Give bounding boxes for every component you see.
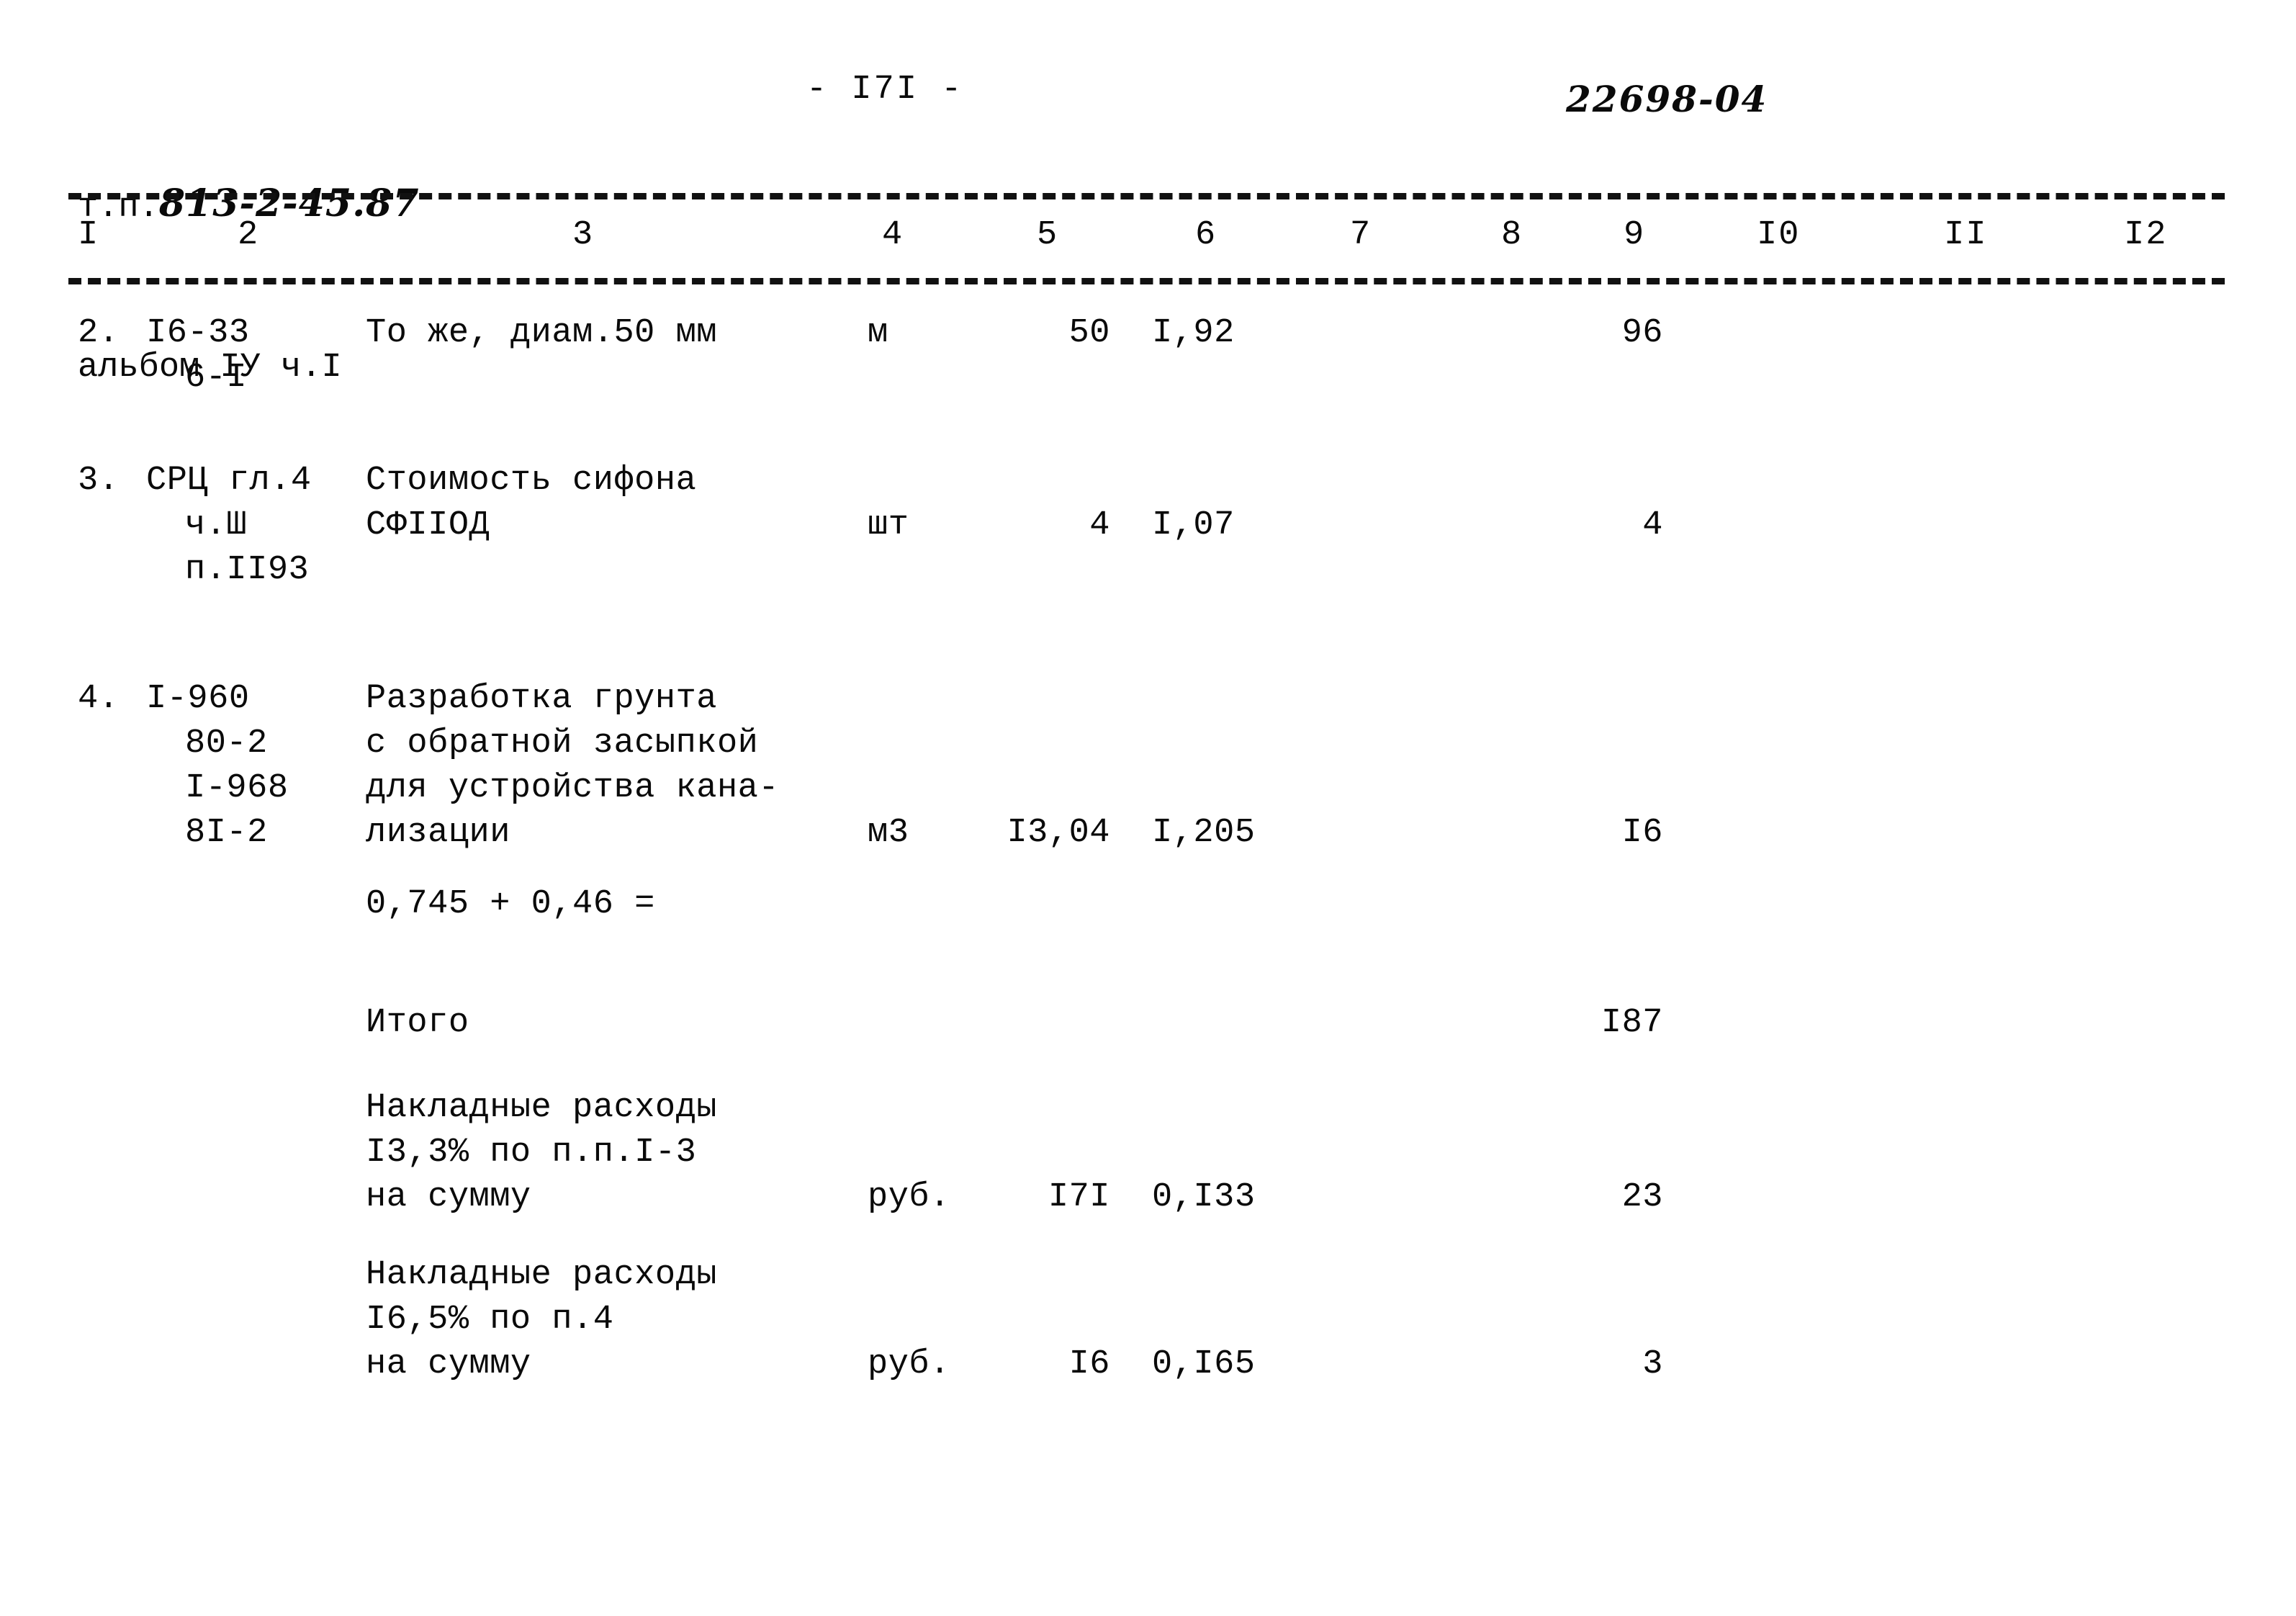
row-code-line: СРЦ гл.4 [146, 462, 312, 500]
column-number-row: I 2 3 4 5 6 7 8 9 I0 II I2 [0, 216, 2296, 266]
row-code-line: п.II93 [185, 551, 310, 589]
document-code: 22698-04 [1566, 78, 1768, 120]
column-number-8: 8 [1501, 216, 1523, 254]
page-number: - I7I - [806, 71, 964, 109]
column-number-2: 2 [238, 216, 260, 254]
row-unit-price: I,205 [1152, 814, 1256, 852]
row-code-line: I-960 [146, 680, 250, 718]
row-total: 4 [1642, 506, 1663, 544]
row-description-line: с обратной засыпкой [366, 724, 759, 763]
row-quantity: 4 [1089, 506, 1110, 544]
row-description-line: Стоимость сифона [366, 462, 697, 500]
row-unit: м3 [868, 814, 909, 852]
row-quantity: I3,04 [1007, 814, 1110, 852]
row-code-line: 8I-2 [185, 814, 268, 852]
overhead-unit: руб. [868, 1345, 950, 1383]
overhead-unit: руб. [868, 1178, 950, 1216]
overhead-description-line: Накладные расходы [366, 1089, 717, 1127]
document-header-left: т.п.813-2-45.87 альбом IУ ч.I [78, 71, 420, 501]
row-quantity: 50 [1068, 314, 1110, 352]
overhead-description-line: на сумму [366, 1178, 531, 1216]
row-description-cell: Стоимость сифона СФIIОД [366, 459, 696, 548]
row-description-line: для устройства кана- [366, 769, 780, 807]
overhead-description-line: I6,5% по п.4 [366, 1301, 614, 1339]
overhead-base-amount: I7I [1048, 1178, 1110, 1216]
formula-text: 0,745 + 0,46 = [366, 885, 655, 923]
row-description-cell: Разработка грунта с обратной засыпкой для … [366, 677, 779, 856]
column-number-5: 5 [1037, 216, 1059, 254]
row-code-line: 80-2 [185, 724, 268, 763]
overhead-total: 3 [1642, 1345, 1663, 1383]
row-code-line: I6-33 [146, 314, 250, 352]
row-code-cell: I6-33 6-I [146, 311, 250, 400]
row-code-line: I-968 [185, 769, 289, 807]
row-unit-price: I,07 [1152, 506, 1235, 544]
overhead-description-line: Накладные расходы [366, 1256, 717, 1294]
row-item-number: 2. [78, 314, 120, 352]
column-number-6: 6 [1195, 216, 1217, 254]
row-description-line: лизации [366, 814, 510, 852]
row-total: 96 [1621, 314, 1663, 352]
row-code-cell: I-960 80-2 I-968 8I-2 [146, 677, 289, 856]
row-item-number: 3. [78, 462, 120, 500]
table-rule-bottom [68, 278, 2225, 284]
overhead-description-cell: Накладные расходы I3,3% по п.п.I-3 на сумм… [366, 1086, 717, 1220]
overhead-description-line: I3,3% по п.п.I-3 [366, 1134, 697, 1172]
column-number-4: 4 [882, 216, 904, 254]
column-number-12: I2 [2124, 216, 2168, 254]
column-number-3: 3 [572, 216, 595, 254]
overhead-description-cell: Накладные расходы I6,5% по п.4 на сумму [366, 1253, 717, 1387]
row-description-line: Разработка грунта [366, 680, 717, 718]
row-unit-price: I,92 [1152, 314, 1235, 352]
column-number-11: II [1944, 216, 1988, 254]
column-number-10: I0 [1757, 216, 1801, 254]
row-code-line: ч.Ш [185, 506, 248, 544]
overhead-rate: 0,I65 [1152, 1345, 1256, 1383]
row-code-line: 6-I [185, 359, 248, 397]
subtotal-total: I87 [1601, 1004, 1663, 1042]
overhead-rate: 0,I33 [1152, 1178, 1256, 1216]
row-unit: шт [868, 506, 909, 544]
column-number-7: 7 [1350, 216, 1372, 254]
row-code-cell: СРЦ гл.4 ч.Ш п.II93 [146, 459, 312, 593]
scanned-document-page: т.п.813-2-45.87 альбом IУ ч.I - I7I - 22… [0, 0, 2296, 1616]
row-unit: м [868, 314, 888, 352]
column-number-1: I [78, 216, 100, 254]
overhead-description-line: на сумму [366, 1345, 531, 1383]
row-item-number: 4. [78, 680, 120, 718]
table-rule-top [68, 193, 2225, 199]
subtotal-label: Итого [366, 1004, 469, 1042]
row-description-line: То же, диам.50 мм [366, 314, 717, 352]
overhead-base-amount: I6 [1068, 1345, 1110, 1383]
row-description-cell: То же, диам.50 мм [366, 311, 717, 356]
column-number-9: 9 [1624, 216, 1646, 254]
row-total: I6 [1621, 814, 1663, 852]
overhead-total: 23 [1621, 1178, 1663, 1216]
row-description-line: СФIIОД [366, 506, 490, 544]
